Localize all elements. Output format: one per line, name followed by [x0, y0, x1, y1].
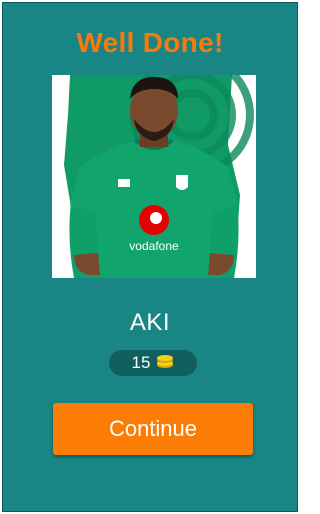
coins-balance: 15 [109, 350, 197, 376]
continue-button[interactable]: Continue [53, 403, 253, 455]
level-complete-screen: Well Done! vodafone AKI 15 Continue [2, 2, 298, 512]
coins-count: 15 [131, 353, 151, 372]
coins-stack-icon [156, 353, 174, 374]
jersey-sponsor-text: vodafone [129, 239, 179, 253]
player-photo: vodafone [52, 75, 256, 278]
answer-name: AKI [129, 309, 171, 336]
page-title: Well Done! [76, 27, 224, 58]
